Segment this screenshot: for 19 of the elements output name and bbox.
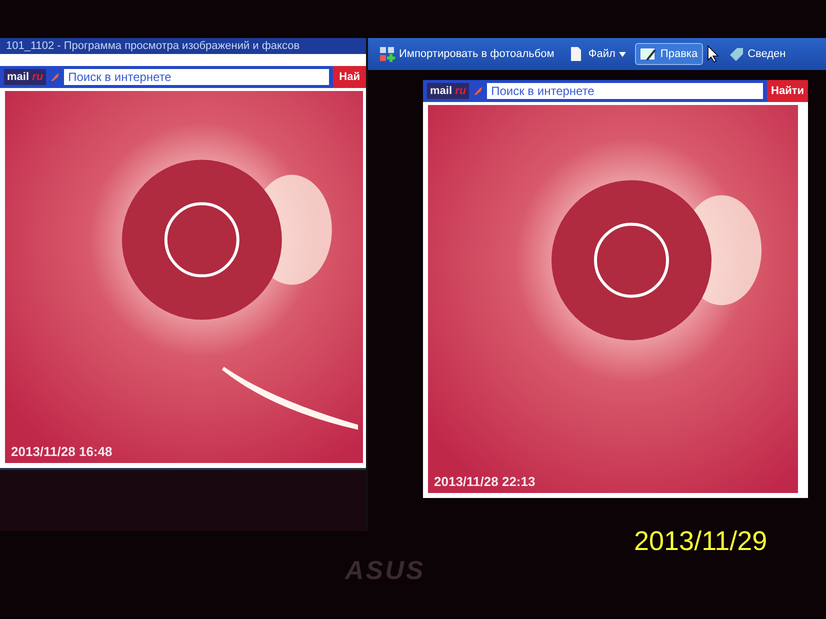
mail-logo[interactable]: mail ru: [4, 68, 46, 86]
toolbar-button[interactable]: Импортировать в фотоальбом: [374, 42, 560, 66]
tag-icon: [728, 46, 744, 62]
image-timestamp: 2013/11/28 22:13: [434, 472, 536, 490]
mail-logo[interactable]: mail ru: [427, 82, 470, 100]
mouse-cursor-icon: [706, 45, 719, 63]
image-timestamp: 2013/11/28 16:48: [11, 442, 112, 460]
toolbar-button[interactable]: Правка: [635, 42, 703, 66]
toolbar-button[interactable]: Сведен: [722, 42, 791, 66]
photo-date-label: 2013/11/29: [634, 525, 768, 558]
window-title: 101_1102 - Программа просмотра изображений и факсов: [0, 38, 366, 54]
caret-icon: [619, 52, 626, 56]
search-button[interactable]: Найти: [767, 80, 808, 102]
grid-plus-icon: [379, 46, 395, 62]
search-button[interactable]: Най: [333, 66, 366, 88]
picture-pencil-icon: [640, 46, 656, 62]
toolbar-button[interactable]: Файл: [563, 42, 632, 66]
search-field[interactable]: Поиск в интернете: [64, 69, 330, 85]
search-field[interactable]: Поиск в интернете: [487, 83, 764, 99]
